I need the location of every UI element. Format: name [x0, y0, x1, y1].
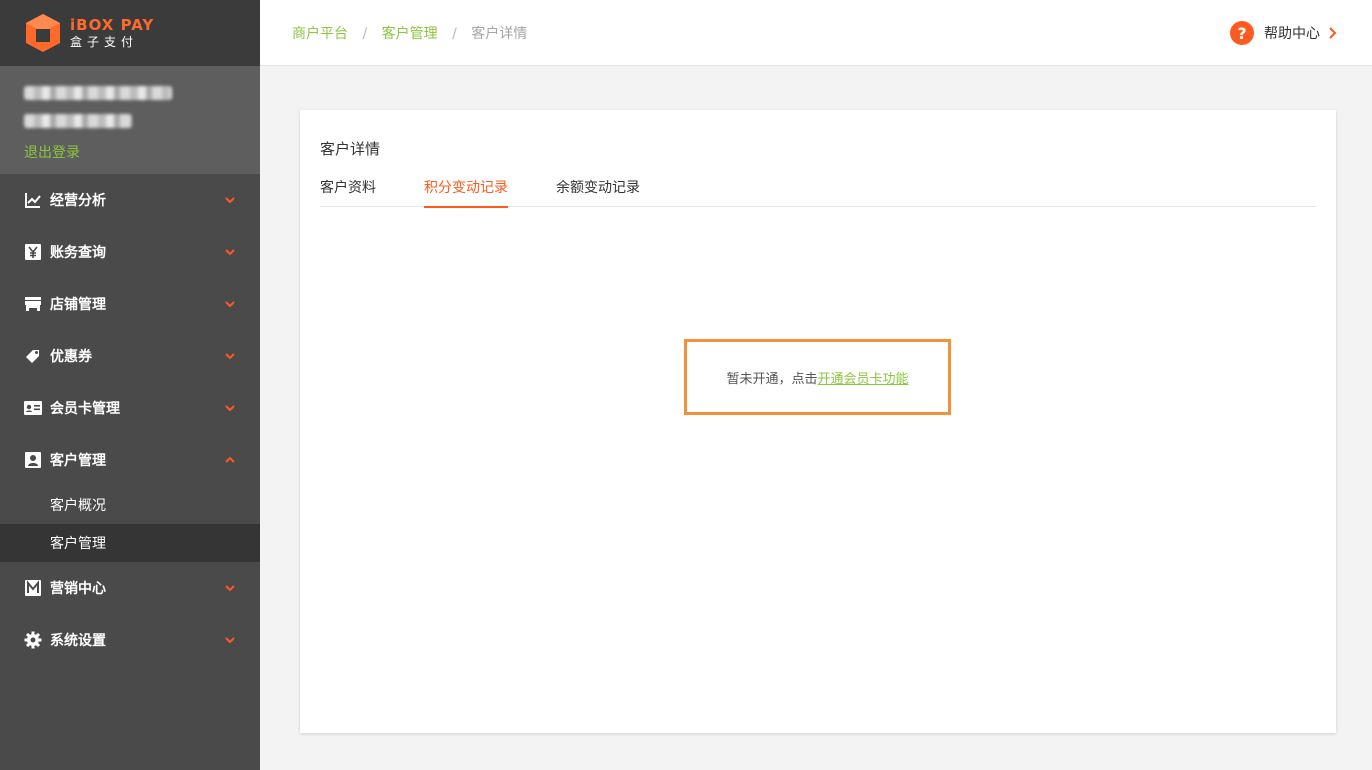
- notice-text: 暂未开通，点击: [726, 371, 818, 387]
- logout-link[interactable]: 退出登录: [24, 142, 80, 162]
- not-activated-notice: 暂未开通，点击 开通会员卡功能: [684, 339, 951, 415]
- activate-member-card-link[interactable]: 开通会员卡功能: [818, 368, 909, 387]
- store-icon: [24, 295, 42, 313]
- sidebar-item-label: 店铺管理: [50, 297, 106, 313]
- logo-brand-en: iBOX PAY: [70, 16, 155, 34]
- breadcrumb-home-link[interactable]: 商户平台: [292, 26, 348, 42]
- sidebar-item-store[interactable]: 店铺管理: [0, 278, 260, 330]
- tab-customer-profile[interactable]: 客户资料: [320, 178, 376, 207]
- sidebar-subitem-customer-overview[interactable]: 客户概况: [0, 486, 260, 524]
- breadcrumb-section-link[interactable]: 客户管理: [382, 26, 438, 42]
- sidebar-menu: 经营分析 账务查询 店铺管理 优惠券 会员卡管理 客户管理 客户概况 客户管理 …: [0, 174, 260, 666]
- user-name-redacted: [24, 86, 172, 100]
- gear-icon: [24, 631, 42, 649]
- sidebar-item-label: 营销中心: [50, 581, 106, 597]
- sidebar-item-business-analysis[interactable]: 经营分析: [0, 174, 260, 226]
- coupon-icon: [24, 347, 42, 365]
- sidebar-item-coupon[interactable]: 优惠券: [0, 330, 260, 382]
- chevron-down-icon: [225, 249, 235, 256]
- ibox-logo-icon: [24, 12, 62, 54]
- sidebar-subitem-customer-management[interactable]: 客户管理: [0, 524, 260, 562]
- chevron-down-icon: [225, 405, 235, 412]
- logo-bar: iBOX PAY 盒子支付: [0, 0, 260, 66]
- sidebar-item-member-card[interactable]: 会员卡管理: [0, 382, 260, 434]
- sidebar-item-label: 会员卡管理: [50, 401, 120, 417]
- chevron-down-icon: [225, 353, 235, 360]
- breadcrumb-current: 客户详情: [471, 25, 528, 42]
- logo-text: iBOX PAY 盒子支付: [70, 16, 155, 49]
- breadcrumb-separator: /: [362, 25, 368, 42]
- sidebar-item-marketing[interactable]: 营销中心: [0, 562, 260, 614]
- question-mark-icon: ?: [1230, 21, 1254, 45]
- chevron-right-icon: [1329, 27, 1337, 39]
- chevron-up-icon: [225, 456, 235, 463]
- detail-tabs: 客户资料 积分变动记录 余额变动记录: [320, 178, 1316, 208]
- sidebar-item-label: 经营分析: [50, 193, 106, 209]
- sidebar-item-settings[interactable]: 系统设置: [0, 614, 260, 666]
- user-info: 退出登录: [0, 66, 260, 174]
- help-center-button[interactable]: ? 帮助中心: [1230, 21, 1338, 45]
- sidebar-item-customer[interactable]: 客户管理: [0, 434, 260, 486]
- help-center-label: 帮助中心: [1264, 26, 1320, 42]
- chevron-down-icon: [225, 637, 235, 644]
- sidebar-item-label: 账务查询: [50, 245, 106, 261]
- breadcrumb: 商户平台 / 客户管理 / 客户详情: [292, 23, 527, 43]
- chevron-down-icon: [225, 301, 235, 308]
- breadcrumb-separator: /: [452, 25, 457, 42]
- marketing-icon: [24, 579, 42, 597]
- member-card-icon: [24, 399, 42, 417]
- logo-brand-cn: 盒子支付: [70, 35, 139, 49]
- chevron-down-icon: [225, 585, 235, 592]
- sidebar-item-label: 客户管理: [50, 453, 106, 469]
- sidebar-item-label: 优惠券: [50, 349, 92, 365]
- tab-balance-history[interactable]: 余额变动记录: [556, 178, 640, 207]
- top-header: 商户平台 / 客户管理 / 客户详情 ? 帮助中心: [260, 0, 1372, 66]
- tab-points-history[interactable]: 积分变动记录: [424, 178, 508, 208]
- customer-detail-card: 客户详情 客户资料 积分变动记录 余额变动记录 暂未开通，点击 开通会员卡功能: [300, 110, 1336, 733]
- sidebar-item-label: 系统设置: [50, 633, 106, 649]
- yen-icon: [24, 243, 42, 261]
- page-title: 客户详情: [320, 140, 381, 158]
- chart-line-icon: [24, 191, 42, 209]
- customer-icon: [24, 451, 42, 469]
- sidebar-item-accounting[interactable]: 账务查询: [0, 226, 260, 278]
- user-account-redacted: [24, 114, 132, 128]
- sidebar: iBOX PAY 盒子支付 退出登录 经营分析 账务查询 店铺管理 优惠券 会员…: [0, 0, 260, 770]
- chevron-down-icon: [225, 197, 235, 204]
